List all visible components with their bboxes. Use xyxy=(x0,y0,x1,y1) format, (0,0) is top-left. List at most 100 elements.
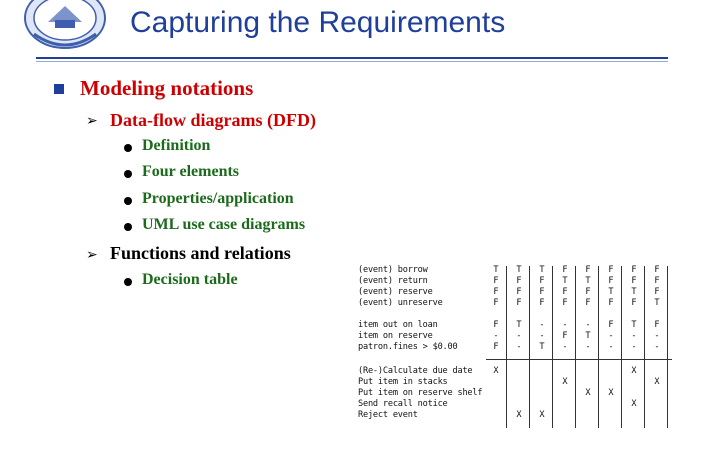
action-label: Put item on reserve shelf xyxy=(358,388,483,398)
action-entry: X xyxy=(516,410,522,420)
title-underline xyxy=(36,57,668,59)
condition-entry: F xyxy=(654,320,660,330)
condition-entry: F xyxy=(562,265,568,275)
condition-entry: T xyxy=(608,287,614,297)
arrow-bullet-icon: ➢ xyxy=(86,247,98,263)
condition-entry: F xyxy=(608,276,614,286)
table-column-rule xyxy=(644,266,645,428)
subheading-functions-relations: Functions and relations xyxy=(110,243,291,263)
table-column-rule xyxy=(575,266,576,428)
condition-entry: - xyxy=(516,342,522,352)
condition-entry: T xyxy=(516,265,522,275)
condition-entry: - xyxy=(631,342,637,352)
table-column-rule xyxy=(598,266,599,428)
action-entry: X xyxy=(654,377,660,387)
condition-entry: F xyxy=(493,298,499,308)
condition-entry: F xyxy=(608,265,614,275)
title-underline-thin xyxy=(36,61,668,62)
condition-entry: T xyxy=(516,320,522,330)
condition-entry: F xyxy=(539,287,545,297)
condition-entry: F xyxy=(539,298,545,308)
decision-table: (event) borrow (event) return (event) rese… xyxy=(352,262,672,428)
condition-entry: - xyxy=(654,331,660,341)
condition-entry: - xyxy=(608,342,614,352)
condition-entry: F xyxy=(631,276,637,286)
condition-entry: F xyxy=(585,287,591,297)
slide-title: Capturing the Requirements xyxy=(130,6,506,39)
condition-entry: T xyxy=(585,331,591,341)
action-label: Reject event xyxy=(358,410,418,420)
condition-entry: T xyxy=(654,298,660,308)
condition-entry: F xyxy=(493,320,499,330)
action-entry: X xyxy=(562,377,568,387)
bullet-definition: Definition xyxy=(142,137,211,154)
dot-bullet-icon xyxy=(124,170,132,178)
condition-entry: T xyxy=(539,342,545,352)
condition-label: (event) borrow xyxy=(358,265,428,275)
condition-entry: F xyxy=(516,276,522,286)
condition-entry: F xyxy=(631,298,637,308)
action-label: Put item in stacks xyxy=(358,377,448,387)
condition-entry: - xyxy=(585,320,591,330)
condition-entry: F xyxy=(654,276,660,286)
condition-entry: - xyxy=(493,331,499,341)
condition-entry: - xyxy=(516,331,522,341)
table-column-rule xyxy=(529,266,530,428)
action-entry: X xyxy=(585,388,591,398)
condition-entry: F xyxy=(585,265,591,275)
condition-entry: - xyxy=(654,342,660,352)
condition-entry: - xyxy=(562,342,568,352)
condition-entry: - xyxy=(608,331,614,341)
action-entry: X xyxy=(539,410,545,420)
subheading-dfd: Data-flow diagrams (DFD) xyxy=(110,110,316,130)
table-column-rule xyxy=(552,266,553,428)
table-column-rule xyxy=(667,266,668,428)
bullet-decision-table: Decision table xyxy=(142,271,238,288)
condition-label: (event) reserve xyxy=(358,287,433,297)
condition-entry: F xyxy=(562,287,568,297)
action-entry: X xyxy=(493,366,499,376)
condition-entry: F xyxy=(562,298,568,308)
condition-entry: T xyxy=(493,265,499,275)
condition-entry: F xyxy=(631,265,637,275)
condition-label: (event) unreserve xyxy=(358,298,443,308)
condition-entry: F xyxy=(516,298,522,308)
condition-entry: - xyxy=(539,331,545,341)
table-column-rule xyxy=(506,266,507,428)
bullet-four-elements: Four elements xyxy=(142,163,240,180)
action-entry: X xyxy=(631,366,637,376)
condition-entry: - xyxy=(585,342,591,352)
action-label: (Re-)Calculate due date xyxy=(358,366,473,376)
arrow-bullet-icon: ➢ xyxy=(86,113,98,129)
condition-label: item on reserve xyxy=(358,331,433,341)
condition-entry: F xyxy=(493,342,499,352)
condition-entry: F xyxy=(585,298,591,308)
university-seal-logo xyxy=(24,0,106,49)
condition-entry: - xyxy=(631,331,637,341)
condition-entry: F xyxy=(516,287,522,297)
condition-label: patron.fines > $0.00 xyxy=(358,342,458,352)
condition-entry: T xyxy=(631,320,637,330)
table-column-rule xyxy=(621,266,622,428)
condition-entry: F xyxy=(493,287,499,297)
heading-modeling-notations: Modeling notations xyxy=(80,76,254,100)
table-section-divider xyxy=(486,359,672,360)
action-entry: X xyxy=(631,399,637,409)
condition-entry: - xyxy=(562,320,568,330)
dot-bullet-icon xyxy=(124,144,132,152)
condition-label: (event) return xyxy=(358,276,428,286)
square-bullet-icon xyxy=(54,84,64,94)
condition-entry: - xyxy=(539,320,545,330)
condition-entry: T xyxy=(585,276,591,286)
bullet-uml-use-case: UML use case diagrams xyxy=(142,216,306,233)
condition-entry: F xyxy=(654,265,660,275)
condition-entry: F xyxy=(654,287,660,297)
dot-bullet-icon xyxy=(124,223,132,231)
condition-entry: F xyxy=(608,320,614,330)
condition-entry: T xyxy=(631,287,637,297)
condition-entry: T xyxy=(562,276,568,286)
dot-bullet-icon xyxy=(124,197,132,205)
condition-entry: F xyxy=(493,276,499,286)
condition-entry: T xyxy=(539,265,545,275)
condition-entry: F xyxy=(539,276,545,286)
